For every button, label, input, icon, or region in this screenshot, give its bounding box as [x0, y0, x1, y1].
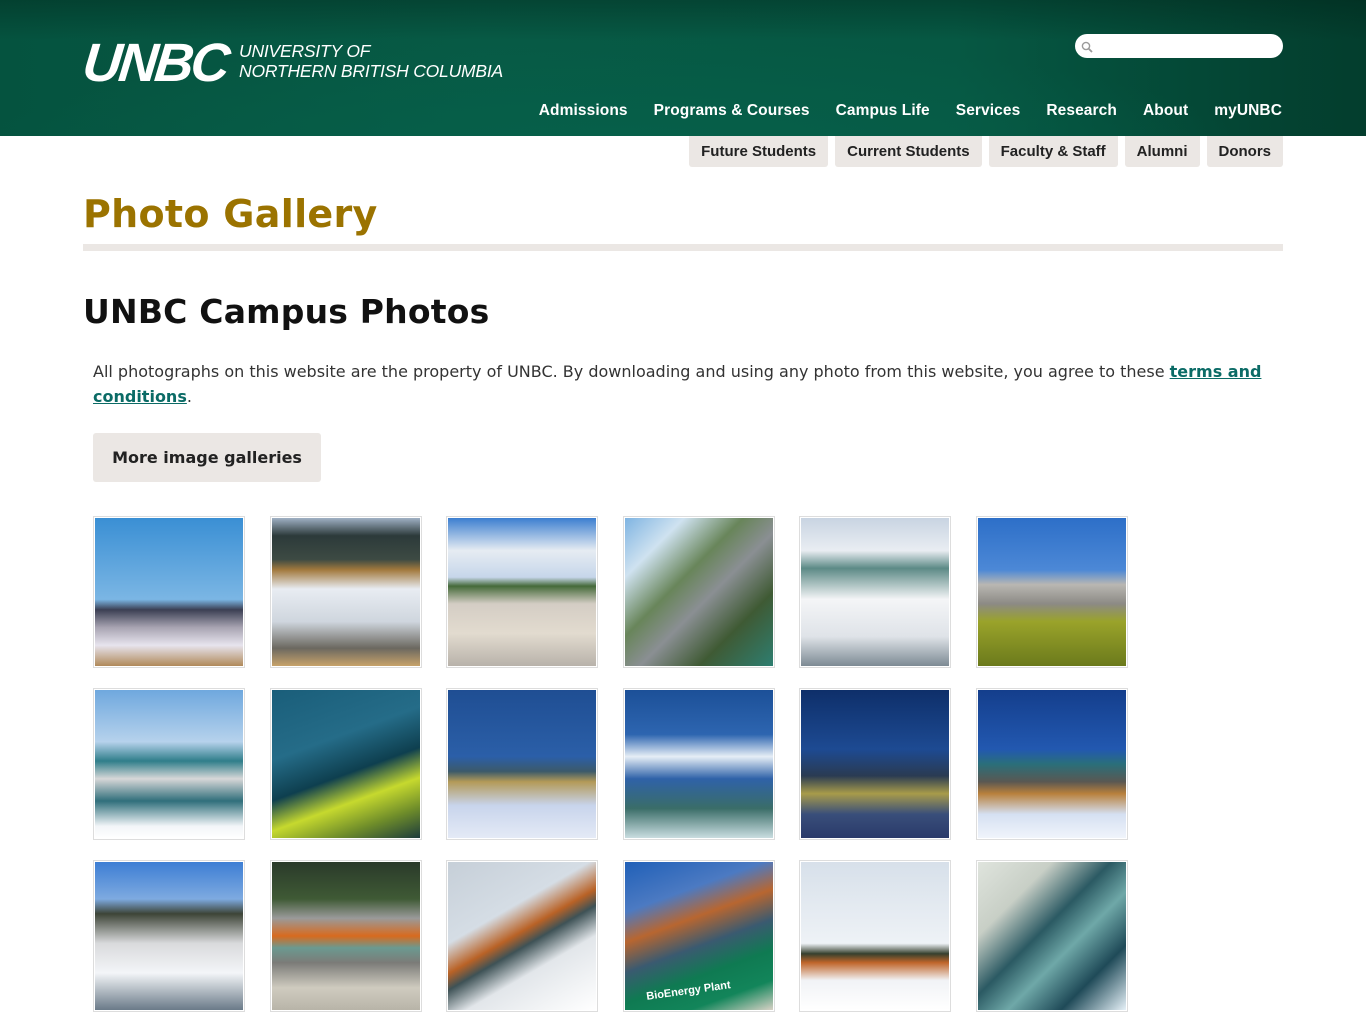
photo-thumbnail — [448, 862, 597, 1010]
main-nav: Admissions Programs & Courses Campus Lif… — [513, 102, 1282, 120]
photo-thumbnail — [271, 518, 420, 666]
audience-current-students[interactable]: Current Students — [835, 136, 982, 167]
intro-paragraph: All photographs on this website are the … — [93, 359, 1273, 409]
gallery-photo[interactable] — [975, 860, 1128, 1012]
gallery-photo[interactable] — [799, 860, 952, 1012]
unbc-logo[interactable]: UNBC UNIVERSITY OF NORTHERN BRITISH COLU… — [79, 33, 503, 93]
audience-future-students[interactable]: Future Students — [689, 136, 829, 167]
search-icon — [1081, 40, 1093, 53]
nav-myunbc[interactable]: myUNBC — [1188, 102, 1282, 120]
audience-faculty-staff[interactable]: Faculty & Staff — [988, 136, 1118, 167]
site-header: UNBC UNIVERSITY OF NORTHERN BRITISH COLU… — [0, 0, 1366, 136]
intro-text: All photographs on this website are the … — [93, 362, 1170, 381]
photo-thumbnail — [801, 690, 950, 838]
photo-thumbnail — [271, 862, 420, 1010]
photo-thumbnail — [624, 518, 773, 666]
nav-programs-courses[interactable]: Programs & Courses — [628, 102, 810, 120]
audience-nav: Future Students Current Students Faculty… — [689, 136, 1283, 167]
photo-thumbnail — [801, 518, 950, 666]
logo-text: UNIVERSITY OF NORTHERN BRITISH COLUMBIA — [239, 41, 503, 81]
photo-thumbnail — [95, 690, 243, 838]
gallery-photo[interactable] — [622, 688, 775, 840]
photo-thumbnail — [977, 690, 1126, 838]
photo-thumbnail — [448, 690, 597, 838]
more-image-galleries-button[interactable]: More image galleries — [93, 433, 321, 482]
photo-thumbnail — [977, 518, 1126, 666]
logo-line-2: NORTHERN BRITISH COLUMBIA — [239, 61, 504, 81]
gallery-photo[interactable] — [975, 516, 1128, 668]
nav-campus-life[interactable]: Campus Life — [810, 102, 930, 120]
nav-about[interactable]: About — [1117, 102, 1188, 120]
logo-mark: UNBC — [79, 33, 231, 93]
gallery-photo[interactable] — [975, 688, 1128, 840]
gallery-photo[interactable] — [799, 688, 952, 840]
nav-services[interactable]: Services — [930, 102, 1021, 120]
gallery-photo[interactable] — [269, 860, 422, 1012]
gallery-photo[interactable]: BioEnergy Plant — [622, 860, 775, 1012]
title-divider — [83, 244, 1283, 251]
logo-line-1: UNIVERSITY OF — [239, 41, 371, 61]
gallery-photo[interactable] — [446, 688, 599, 840]
gallery-photo[interactable] — [93, 516, 245, 668]
photo-thumbnail — [801, 862, 950, 1010]
photo-thumbnail — [977, 862, 1126, 1010]
nav-admissions[interactable]: Admissions — [513, 102, 628, 120]
photo-gallery: BioEnergy Plant — [93, 516, 1153, 1012]
gallery-photo[interactable] — [93, 688, 245, 840]
photo-thumbnail — [95, 862, 243, 1010]
search-input[interactable] — [1097, 36, 1277, 56]
gallery-photo[interactable] — [269, 688, 422, 840]
gallery-photo[interactable] — [446, 516, 599, 668]
audience-alumni[interactable]: Alumni — [1124, 136, 1200, 167]
search-box — [1075, 34, 1283, 58]
photo-thumbnail — [95, 518, 243, 666]
audience-donors[interactable]: Donors — [1206, 136, 1283, 167]
gallery-photo[interactable] — [446, 860, 599, 1012]
photo-thumbnail — [271, 690, 420, 838]
intro-end: . — [186, 387, 192, 406]
photo-thumbnail — [624, 690, 773, 838]
gallery-photo[interactable] — [622, 516, 775, 668]
photo-thumbnail — [448, 518, 597, 666]
gallery-photo[interactable] — [799, 516, 952, 668]
gallery-photo[interactable] — [93, 860, 245, 1012]
page-title: Photo Gallery — [83, 192, 378, 236]
section-title: UNBC Campus Photos — [83, 292, 490, 331]
nav-research[interactable]: Research — [1020, 102, 1117, 120]
gallery-photo[interactable] — [269, 516, 422, 668]
